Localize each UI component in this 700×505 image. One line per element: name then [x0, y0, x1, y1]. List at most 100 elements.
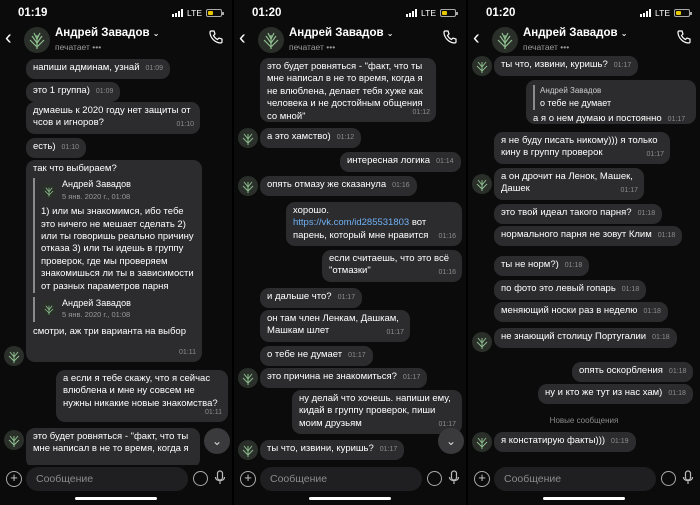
- chevron-down-icon: ⌄: [152, 29, 160, 38]
- sender-avatar: [472, 432, 492, 452]
- emoji-icon[interactable]: [661, 471, 676, 486]
- message-text: так что выбираем?: [33, 163, 117, 174]
- message-bubble[interactable]: напиши админам, узнай 01:09: [26, 59, 171, 80]
- message-bubble[interactable]: ты не норм?) 01:18: [494, 256, 590, 277]
- message-bubble[interactable]: опять отмазу же сказанула 01:16: [260, 176, 417, 197]
- message-bubble[interactable]: если считаешь, что это всё "отмазки" 01:1…: [322, 250, 462, 282]
- message-input[interactable]: Сообщение: [260, 467, 422, 491]
- message-input[interactable]: Сообщение: [26, 467, 188, 491]
- forward-avatar: [41, 182, 57, 199]
- message-bubble[interactable]: ну делай что хочешь. напиши ему, кидай в…: [292, 390, 462, 434]
- back-icon[interactable]: ‹: [473, 28, 480, 48]
- emoji-icon[interactable]: [193, 471, 208, 486]
- network-label: LTE: [655, 8, 670, 18]
- chat-header: ‹ Андрей Завадов ⌄ печатает •••: [468, 24, 700, 54]
- message-bubble[interactable]: ну и кто же тут из нас хам) 01:18: [538, 384, 693, 405]
- typing-status: печатает •••: [55, 42, 102, 52]
- microphone-icon[interactable]: [682, 470, 694, 486]
- message-text: смотри, аж три варианта на выбор: [33, 325, 186, 337]
- chat-screen-2: 01:20 LTE ‹ Андрей Завадов ⌄ печатает ••…: [234, 0, 466, 505]
- battery-icon: [440, 9, 458, 17]
- message-bubble[interactable]: а он дрочит на Ленок, Машек, Дашек 01:17: [494, 168, 644, 200]
- chat-header: ‹ Андрей Завадов ⌄ печатает •••: [234, 24, 466, 54]
- message-bubble[interactable]: это будет ровняться - "факт, что ты мне …: [260, 58, 436, 122]
- scroll-down-button[interactable]: ⌄: [438, 428, 464, 454]
- emoji-icon[interactable]: [427, 471, 442, 486]
- network-label: LTE: [187, 8, 202, 18]
- signal-icon: [172, 9, 184, 17]
- contact-avatar[interactable]: [24, 27, 50, 53]
- message-bubble[interactable]: а если я тебе скажу, что я сейчас влюбле…: [56, 370, 228, 422]
- sender-avatar: [4, 430, 24, 450]
- message-bubble[interactable]: он там член Ленкам, Дашкам, Машкам шлет 0…: [260, 310, 410, 342]
- message-bubble[interactable]: это будет ровняться - "факт, что ты мне …: [26, 428, 200, 465]
- message-list[interactable]: напиши админам, узнай 01:09 это 1 группа)…: [0, 56, 232, 465]
- message-list[interactable]: ты что, извини, куришь? 01:17 Андрей Зава…: [468, 56, 700, 465]
- home-indicator: [543, 497, 625, 500]
- sender-avatar: [472, 56, 492, 76]
- chevron-down-icon: ⌄: [620, 29, 628, 38]
- message-bubble[interactable]: и дальше что? 01:17: [260, 288, 363, 309]
- back-icon[interactable]: ‹: [239, 28, 246, 48]
- signal-icon: [640, 9, 652, 17]
- reply-message-bubble[interactable]: Андрей Завадов о тебе не думает а я о нем…: [526, 80, 696, 124]
- attach-button[interactable]: +: [6, 471, 22, 487]
- forwarded-message[interactable]: Андрей Завадов 5 янв. 2020 г., 01:08: [33, 297, 195, 322]
- sender-avatar: [472, 174, 492, 194]
- microphone-icon[interactable]: [214, 470, 226, 486]
- message-bubble[interactable]: а это хамство) 01:12: [260, 128, 362, 149]
- message-bubble[interactable]: я констатирую факты))) 01:19: [494, 432, 636, 453]
- sender-avatar: [238, 128, 258, 148]
- message-bubble[interactable]: ты что, извини, куришь? 01:17: [494, 56, 639, 77]
- message-bubble[interactable]: о тебе не думает 01:17: [260, 346, 373, 367]
- message-bubble[interactable]: не знающий столицу Португалии 01:18: [494, 328, 677, 349]
- status-bar: 01:20 LTE: [468, 0, 700, 24]
- contact-name[interactable]: Андрей Завадов ⌄: [289, 27, 393, 39]
- sender-avatar: [238, 440, 258, 460]
- battery-icon: [674, 9, 692, 17]
- message-bubble[interactable]: я не буду писать никому))) я только кину…: [494, 132, 670, 164]
- contact-avatar[interactable]: [258, 27, 284, 53]
- contact-name[interactable]: Андрей Завадов ⌄: [523, 27, 627, 39]
- forwarded-message-bubble[interactable]: так что выбираем? Андрей Завадов 5 янв. 2…: [26, 160, 202, 362]
- message-bubble[interactable]: хорошо. https://vk.com/id285531803 вот па…: [286, 202, 462, 246]
- scroll-down-button[interactable]: ⌄: [204, 428, 230, 454]
- message-bubble[interactable]: ты что, извини, куришь? 01:17: [260, 440, 405, 461]
- phone-icon[interactable]: [442, 29, 458, 45]
- message-bubble[interactable]: нормального парня не зовут Клим 01:18: [494, 226, 683, 247]
- contact-avatar[interactable]: [492, 27, 518, 53]
- sender-avatar: [238, 176, 258, 196]
- message-bubble[interactable]: по фото это левый гопарь 01:18: [494, 280, 647, 301]
- microphone-icon[interactable]: [448, 470, 460, 486]
- typing-status: печатает •••: [523, 42, 570, 52]
- attach-button[interactable]: +: [240, 471, 256, 487]
- battery-icon: [206, 9, 224, 17]
- message-bubble[interactable]: это 1 группа) 01:09: [26, 82, 121, 103]
- chat-screen-1: 01:19 LTE ‹ Андрей Завадов ⌄ печатает ••…: [0, 0, 232, 505]
- phone-icon[interactable]: [676, 29, 692, 45]
- message-bubble[interactable]: опять оскорбления 01:18: [572, 362, 694, 383]
- message-bubble[interactable]: это причина не знакомиться? 01:17: [260, 368, 428, 389]
- composer: + Сообщение: [0, 465, 232, 505]
- phone-icon[interactable]: [208, 29, 224, 45]
- clock: 01:20: [486, 7, 516, 19]
- message-bubble[interactable]: думаешь к 2020 году нет защиты от чсов и…: [26, 102, 200, 134]
- quoted-message[interactable]: Андрей Завадов о тебе не думает: [533, 85, 689, 110]
- message-bubble[interactable]: это твой идеал такого парня? 01:18: [494, 204, 663, 225]
- home-indicator: [75, 497, 157, 500]
- sender-avatar: [238, 368, 258, 388]
- chevron-down-icon: ⌄: [386, 29, 394, 38]
- message-input[interactable]: Сообщение: [494, 467, 656, 491]
- message-bubble[interactable]: меняющий носки раз в неделю 01:18: [494, 302, 668, 323]
- back-icon[interactable]: ‹: [5, 28, 12, 48]
- contact-name[interactable]: Андрей Завадов ⌄: [55, 27, 159, 39]
- sender-avatar: [472, 332, 492, 352]
- attach-button[interactable]: +: [474, 471, 490, 487]
- message-list[interactable]: это будет ровняться - "факт, что ты мне …: [234, 56, 466, 465]
- sender-avatar: [4, 346, 24, 366]
- profile-link[interactable]: https://vk.com/id285531803: [293, 217, 409, 228]
- message-bubble[interactable]: есть) 01:10: [26, 138, 87, 159]
- status-bar: 01:20 LTE: [234, 0, 466, 24]
- message-bubble[interactable]: интересная логика 01:14: [340, 152, 461, 173]
- forwarded-message[interactable]: Андрей Завадов 5 янв. 2020 г., 01:08 1) и…: [33, 178, 195, 294]
